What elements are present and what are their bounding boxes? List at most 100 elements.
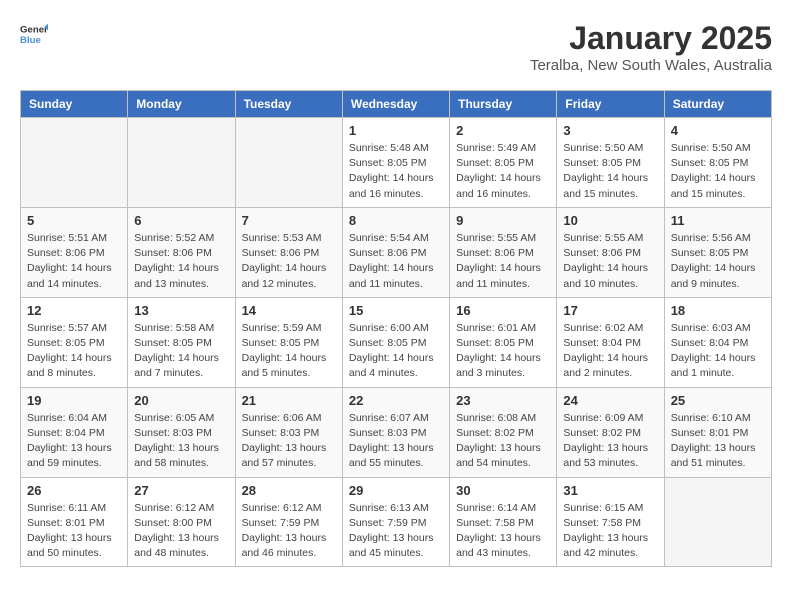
calendar-cell: 27 Sunrise: 6:12 AMSunset: 8:00 PMDayligh…	[128, 477, 235, 567]
day-info: Sunrise: 5:50 AMSunset: 8:05 PMDaylight:…	[671, 141, 765, 202]
calendar-cell: 1Sunrise: 5:48 AMSunset: 8:05 PMDaylight…	[342, 118, 449, 208]
day-info: Sunrise: 5:51 AMSunset: 8:06 PMDaylight:…	[27, 231, 121, 292]
day-info: Sunrise: 6:02 AMSunset: 8:04 PMDaylight:…	[563, 321, 657, 382]
day-number: 3	[563, 123, 657, 138]
day-number: 23	[456, 393, 550, 408]
day-info: Sunrise: 6:06 AMSunset: 8:03 PMDaylight:…	[242, 411, 336, 472]
day-number: 12	[27, 303, 121, 318]
calendar-cell: 23 Sunrise: 6:08 AMSunset: 8:02 PMDayligh…	[450, 387, 557, 477]
calendar-cell: 3 Sunrise: 5:50 AMSunset: 8:05 PMDaylight…	[557, 118, 664, 208]
calendar-cell: 14 Sunrise: 5:59 AMSunset: 8:05 PMDayligh…	[235, 297, 342, 387]
day-number: 4	[671, 123, 765, 138]
calendar-cell	[235, 118, 342, 208]
day-info: Sunrise: 6:14 AMSunset: 7:58 PMDaylight:…	[456, 501, 550, 562]
day-number: 9	[456, 213, 550, 228]
day-info: Sunrise: 5:57 AMSunset: 8:05 PMDaylight:…	[27, 321, 121, 382]
day-info: Sunrise: 5:49 AMSunset: 8:05 PMDaylight:…	[456, 141, 550, 202]
calendar-week-4: 19 Sunrise: 6:04 AMSunset: 8:04 PMDayligh…	[21, 387, 772, 477]
day-info: Sunrise: 5:54 AMSunset: 8:06 PMDaylight:…	[349, 231, 443, 292]
day-info: Sunrise: 6:03 AMSunset: 8:04 PMDaylight:…	[671, 321, 765, 382]
calendar-cell: 13 Sunrise: 5:58 AMSunset: 8:05 PMDayligh…	[128, 297, 235, 387]
day-number: 14	[242, 303, 336, 318]
weekday-header-monday: Monday	[128, 91, 235, 118]
weekday-header-friday: Friday	[557, 91, 664, 118]
calendar-cell: 10 Sunrise: 5:55 AMSunset: 8:06 PMDayligh…	[557, 207, 664, 297]
day-number: 27	[134, 483, 228, 498]
day-info: Sunrise: 6:05 AMSunset: 8:03 PMDaylight:…	[134, 411, 228, 472]
day-info: Sunrise: 5:55 AMSunset: 8:06 PMDaylight:…	[456, 231, 550, 292]
calendar-week-1: 1Sunrise: 5:48 AMSunset: 8:05 PMDaylight…	[21, 118, 772, 208]
logo: General Blue	[20, 20, 48, 48]
day-number: 29	[349, 483, 443, 498]
day-number: 2	[456, 123, 550, 138]
calendar-cell: 24 Sunrise: 6:09 AMSunset: 8:02 PMDayligh…	[557, 387, 664, 477]
calendar-cell: 21 Sunrise: 6:06 AMSunset: 8:03 PMDayligh…	[235, 387, 342, 477]
calendar-cell: 20 Sunrise: 6:05 AMSunset: 8:03 PMDayligh…	[128, 387, 235, 477]
calendar-cell: 29 Sunrise: 6:13 AMSunset: 7:59 PMDayligh…	[342, 477, 449, 567]
weekday-header-sunday: Sunday	[21, 91, 128, 118]
calendar-cell: 19 Sunrise: 6:04 AMSunset: 8:04 PMDayligh…	[21, 387, 128, 477]
day-number: 10	[563, 213, 657, 228]
calendar-week-5: 26Sunrise: 6:11 AMSunset: 8:01 PMDayligh…	[21, 477, 772, 567]
calendar-cell	[128, 118, 235, 208]
day-info: Sunrise: 5:55 AMSunset: 8:06 PMDaylight:…	[563, 231, 657, 292]
calendar-week-3: 12 Sunrise: 5:57 AMSunset: 8:05 PMDayligh…	[21, 297, 772, 387]
day-info: Sunrise: 6:08 AMSunset: 8:02 PMDaylight:…	[456, 411, 550, 472]
calendar-cell: 7Sunrise: 5:53 AMSunset: 8:06 PMDaylight…	[235, 207, 342, 297]
day-info: Sunrise: 5:58 AMSunset: 8:05 PMDaylight:…	[134, 321, 228, 382]
day-number: 19	[27, 393, 121, 408]
day-info: Sunrise: 6:01 AMSunset: 8:05 PMDaylight:…	[456, 321, 550, 382]
day-info: Sunrise: 5:59 AMSunset: 8:05 PMDaylight:…	[242, 321, 336, 382]
calendar-cell: 8 Sunrise: 5:54 AMSunset: 8:06 PMDaylight…	[342, 207, 449, 297]
calendar-cell: 26Sunrise: 6:11 AMSunset: 8:01 PMDayligh…	[21, 477, 128, 567]
calendar-cell: 6 Sunrise: 5:52 AMSunset: 8:06 PMDaylight…	[128, 207, 235, 297]
day-number: 8	[349, 213, 443, 228]
day-number: 30	[456, 483, 550, 498]
day-info: Sunrise: 5:53 AMSunset: 8:06 PMDaylight:…	[242, 231, 336, 292]
calendar-cell: 9 Sunrise: 5:55 AMSunset: 8:06 PMDaylight…	[450, 207, 557, 297]
calendar-cell: 22Sunrise: 6:07 AMSunset: 8:03 PMDayligh…	[342, 387, 449, 477]
calendar-cell: 4 Sunrise: 5:50 AMSunset: 8:05 PMDaylight…	[664, 118, 771, 208]
day-number: 20	[134, 393, 228, 408]
calendar-week-2: 5Sunrise: 5:51 AMSunset: 8:06 PMDaylight…	[21, 207, 772, 297]
svg-text:General: General	[20, 24, 48, 35]
day-number: 1	[349, 123, 443, 138]
calendar-cell	[21, 118, 128, 208]
day-number: 17	[563, 303, 657, 318]
month-title: January 2025	[530, 20, 772, 57]
day-info: Sunrise: 6:04 AMSunset: 8:04 PMDaylight:…	[27, 411, 121, 472]
weekday-header-thursday: Thursday	[450, 91, 557, 118]
day-number: 18	[671, 303, 765, 318]
day-info: Sunrise: 6:00 AMSunset: 8:05 PMDaylight:…	[349, 321, 443, 382]
title-block: January 2025 Teralba, New South Wales, A…	[530, 20, 772, 74]
day-info: Sunrise: 6:13 AMSunset: 7:59 PMDaylight:…	[349, 501, 443, 562]
calendar-cell: 30 Sunrise: 6:14 AMSunset: 7:58 PMDayligh…	[450, 477, 557, 567]
day-number: 21	[242, 393, 336, 408]
weekday-header-row: SundayMondayTuesdayWednesdayThursdayFrid…	[21, 91, 772, 118]
day-number: 31	[563, 483, 657, 498]
day-number: 24	[563, 393, 657, 408]
page-header: General Blue January 2025 Teralba, New S…	[20, 20, 772, 74]
day-number: 16	[456, 303, 550, 318]
day-info: Sunrise: 5:56 AMSunset: 8:05 PMDaylight:…	[671, 231, 765, 292]
day-number: 13	[134, 303, 228, 318]
day-info: Sunrise: 5:52 AMSunset: 8:06 PMDaylight:…	[134, 231, 228, 292]
calendar-cell: 2 Sunrise: 5:49 AMSunset: 8:05 PMDaylight…	[450, 118, 557, 208]
day-info: Sunrise: 6:10 AMSunset: 8:01 PMDaylight:…	[671, 411, 765, 472]
svg-text:Blue: Blue	[20, 35, 41, 46]
calendar-cell: 5Sunrise: 5:51 AMSunset: 8:06 PMDaylight…	[21, 207, 128, 297]
day-number: 28	[242, 483, 336, 498]
calendar-cell: 28Sunrise: 6:12 AMSunset: 7:59 PMDayligh…	[235, 477, 342, 567]
day-info: Sunrise: 6:12 AMSunset: 8:00 PMDaylight:…	[134, 501, 228, 562]
day-number: 11	[671, 213, 765, 228]
day-number: 6	[134, 213, 228, 228]
day-number: 25	[671, 393, 765, 408]
calendar-cell: 17 Sunrise: 6:02 AMSunset: 8:04 PMDayligh…	[557, 297, 664, 387]
day-info: Sunrise: 6:07 AMSunset: 8:03 PMDaylight:…	[349, 411, 443, 472]
day-number: 26	[27, 483, 121, 498]
day-info: Sunrise: 6:09 AMSunset: 8:02 PMDaylight:…	[563, 411, 657, 472]
logo-icon: General Blue	[20, 20, 48, 48]
day-info: Sunrise: 5:50 AMSunset: 8:05 PMDaylight:…	[563, 141, 657, 202]
calendar-cell: 12 Sunrise: 5:57 AMSunset: 8:05 PMDayligh…	[21, 297, 128, 387]
calendar-cell: 11 Sunrise: 5:56 AMSunset: 8:05 PMDayligh…	[664, 207, 771, 297]
